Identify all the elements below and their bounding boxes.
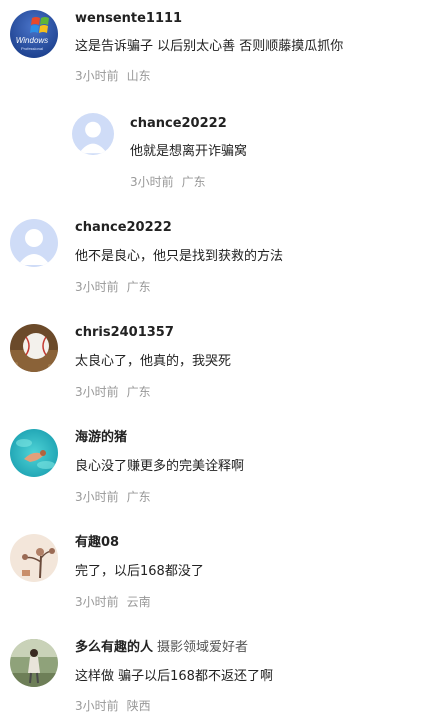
default-user-avatar[interactable] (72, 113, 114, 155)
username[interactable]: 海游的猪 (75, 429, 127, 447)
comment-meta: 3小时前 陕西 (75, 698, 151, 714)
comment-meta: 3小时前 广东 (130, 174, 206, 190)
comment-meta: 3小时前 广东 (75, 489, 151, 505)
user-tag: 摄影领域爱好者 (157, 640, 249, 655)
comment-location: 山东 (126, 69, 151, 83)
comment-text: 这样做 骗子以后168都不返还了啊 (75, 669, 273, 684)
comment-item: Windows Professional wensente1111 这是告诉骗子… (0, 0, 424, 100)
comment-time: 3小时前 (75, 595, 119, 609)
comment-meta: 3小时前 云南 (75, 594, 151, 610)
comment-item: chris2401357 太良心了，他真的，我哭死 3小时前 广东 (0, 315, 424, 415)
comment-time: 3小时前 (75, 385, 119, 399)
comment-meta: 3小时前 山东 (75, 68, 151, 84)
tree-illustration-avatar[interactable] (10, 534, 58, 582)
comment-location: 广东 (126, 385, 151, 399)
comment-location: 广东 (181, 175, 206, 189)
comment-location: 广东 (126, 280, 151, 294)
comment-time: 3小时前 (75, 490, 119, 504)
comment-text: 这是告诉骗子 以后别太心善 否则顺藤摸瓜抓你 (75, 39, 344, 54)
comment-location: 陕西 (126, 699, 151, 713)
svg-text:Windows: Windows (16, 36, 48, 45)
comment-text: 他就是想离开诈骗窝 (130, 144, 248, 159)
comment-text: 良心没了赚更多的完美诠释啊 (75, 459, 245, 474)
username-label[interactable]: 多么有趣的人 (75, 640, 153, 655)
username[interactable]: wensente1111 (75, 10, 182, 28)
comment-time: 3小时前 (130, 175, 174, 189)
ocean-swimmer-avatar[interactable] (10, 429, 58, 477)
windows-logo-avatar[interactable]: Windows Professional (10, 10, 58, 58)
comment-item: chance20222 他不是良心，他只是找到获救的方法 3小时前 广东 (0, 210, 424, 310)
reply-item: chance20222 他就是想离开诈骗窝 3小时前 广东 (0, 105, 424, 205)
username[interactable]: chris2401357 (75, 324, 174, 342)
comment-time: 3小时前 (75, 69, 119, 83)
comment-item: 有趣08 完了，以后168都没了 3小时前 云南 (0, 525, 424, 625)
username[interactable]: 多么有趣的人 摄影领域爱好者 (75, 639, 248, 657)
comment-time: 3小时前 (75, 699, 119, 713)
default-user-avatar[interactable] (10, 219, 58, 267)
comment-time: 3小时前 (75, 280, 119, 294)
comment-location: 广东 (126, 490, 151, 504)
person-outdoor-avatar[interactable] (10, 639, 58, 687)
comment-meta: 3小时前 广东 (75, 384, 151, 400)
username[interactable]: chance20222 (75, 219, 172, 237)
comment-location: 云南 (126, 595, 151, 609)
comment-text: 太良心了，他真的，我哭死 (75, 354, 232, 369)
comment-text: 他不是良心，他只是找到获救的方法 (75, 249, 284, 264)
comment-text: 完了，以后168都没了 (75, 564, 204, 579)
comment-meta: 3小时前 广东 (75, 279, 151, 295)
username[interactable]: 有趣08 (75, 534, 119, 552)
svg-text:Professional: Professional (21, 46, 43, 51)
username[interactable]: chance20222 (130, 115, 227, 133)
baseball-avatar[interactable] (10, 324, 58, 372)
comment-item: 海游的猪 良心没了赚更多的完美诠释啊 3小时前 广东 (0, 420, 424, 520)
comment-item: 多么有趣的人 摄影领域爱好者 这样做 骗子以后168都不返还了啊 3小时前 陕西 (0, 630, 424, 721)
